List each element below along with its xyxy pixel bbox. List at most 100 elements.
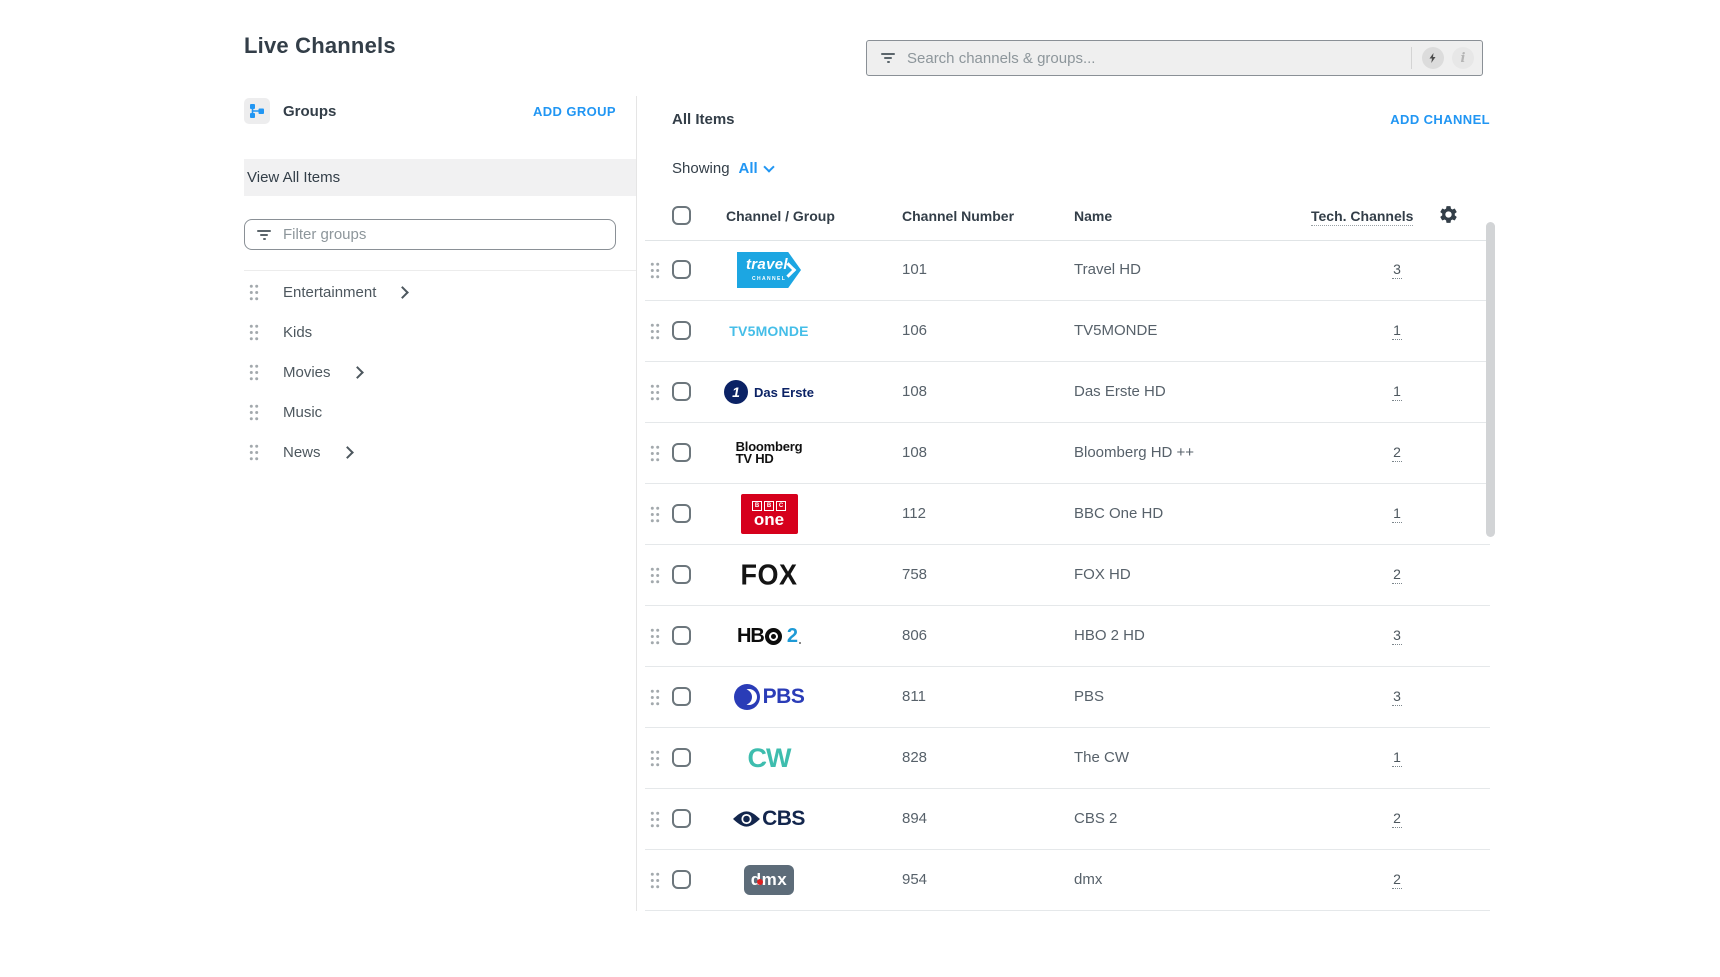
scrollbar-thumb[interactable]: [1486, 222, 1495, 537]
channel-name: TV5MONDE: [1074, 322, 1157, 339]
cbs-eye-icon: [733, 811, 760, 827]
channel-number: 112: [902, 505, 926, 522]
drag-handle-icon: [650, 323, 660, 340]
sidebar-header: Groups ADD GROUP: [244, 96, 616, 126]
tech-channels-link[interactable]: 2: [1392, 444, 1402, 462]
channels-table-body: travelCHANNEL101Travel HD3TV5MONDE106TV5…: [645, 240, 1490, 911]
channel-name: PBS: [1074, 688, 1104, 705]
channel-logo: CWTHE: [705, 728, 833, 788]
drag-handle[interactable]: [650, 506, 660, 523]
travel-channel-logo: travelCHANNEL: [737, 252, 801, 288]
drag-handle-icon: [650, 750, 660, 767]
chevron-right-icon[interactable]: [351, 366, 364, 379]
table-row: dmx954dmx2: [645, 850, 1490, 911]
row-checkbox[interactable]: [672, 504, 691, 523]
group-item[interactable]: Entertainment: [244, 272, 636, 312]
table-row: PBS 811 PBS 3: [645, 667, 1490, 728]
row-checkbox[interactable]: [672, 321, 691, 340]
drag-handle-icon: [249, 404, 259, 421]
drag-handle[interactable]: [650, 567, 660, 584]
filter-groups-input[interactable]: [271, 225, 615, 244]
row-checkbox[interactable]: [672, 443, 691, 462]
info-button[interactable]: i: [1452, 47, 1474, 69]
tech-channels-link[interactable]: 1: [1392, 749, 1402, 767]
drag-handle-icon: [650, 872, 660, 889]
add-group-button[interactable]: ADD GROUP: [533, 104, 616, 119]
tech-channels-link[interactable]: 3: [1392, 261, 1402, 279]
tech-channels-link[interactable]: 3: [1392, 688, 1402, 706]
drag-handle-icon: [249, 444, 259, 461]
group-item[interactable]: Movies: [244, 352, 636, 392]
tech-channels-link[interactable]: 3: [1392, 627, 1402, 645]
tech-channels-link[interactable]: 1: [1392, 383, 1402, 401]
dmx-logo: dmx: [744, 865, 794, 895]
all-items-title: All Items: [672, 111, 735, 128]
tech-channels-link[interactable]: 2: [1392, 871, 1402, 889]
lightning-button[interactable]: [1422, 47, 1444, 69]
drag-handle-icon: [249, 324, 259, 341]
column-channel-group: Channel / Group: [726, 208, 835, 224]
group-item[interactable]: News: [244, 432, 636, 472]
drag-handle[interactable]: [249, 364, 259, 381]
row-checkbox[interactable]: [672, 870, 691, 889]
select-all-checkbox[interactable]: [672, 206, 691, 225]
drag-handle[interactable]: [650, 384, 660, 401]
group-item[interactable]: Music: [244, 392, 636, 432]
chevron-right-icon[interactable]: [397, 286, 410, 299]
column-settings-button[interactable]: [1438, 204, 1459, 225]
channel-number: 806: [902, 627, 927, 644]
add-channel-button[interactable]: ADD CHANNEL: [1390, 112, 1490, 127]
tech-channels-link[interactable]: 2: [1392, 566, 1402, 584]
drag-handle[interactable]: [650, 445, 660, 462]
group-item[interactable]: Kids: [244, 312, 636, 352]
drag-handle[interactable]: [249, 284, 259, 301]
filter-icon: [257, 230, 271, 240]
row-checkbox[interactable]: [672, 565, 691, 584]
drag-handle-icon: [650, 506, 660, 523]
drag-handle-icon: [650, 445, 660, 462]
cbs-logo: CBS: [733, 807, 805, 831]
row-checkbox[interactable]: [672, 382, 691, 401]
search-bar: i: [866, 40, 1483, 76]
drag-handle-icon: [650, 811, 660, 828]
filter-groups-box: [244, 219, 616, 250]
drag-handle[interactable]: [650, 628, 660, 645]
drag-handle[interactable]: [650, 262, 660, 279]
drag-handle[interactable]: [650, 872, 660, 889]
drag-handle-icon: [249, 364, 259, 381]
drag-handle[interactable]: [249, 444, 259, 461]
drag-handle[interactable]: [249, 404, 259, 421]
groups-list: Entertainment Kids MoviesMusicNews: [244, 272, 636, 472]
search-input[interactable]: [895, 49, 1411, 68]
chevron-right-icon[interactable]: [341, 446, 354, 459]
channel-name: Das Erste HD: [1074, 383, 1166, 400]
drag-handle-icon: [249, 284, 259, 301]
row-checkbox[interactable]: [672, 687, 691, 706]
channel-number: 954: [902, 871, 927, 888]
showing-dropdown[interactable]: All: [739, 160, 773, 177]
group-label: Entertainment: [283, 284, 376, 301]
row-checkbox[interactable]: [672, 748, 691, 767]
row-checkbox[interactable]: [672, 260, 691, 279]
tech-channels-link[interactable]: 1: [1392, 505, 1402, 523]
showing-dropdown-value: All: [739, 160, 758, 177]
sidebar-separator: [244, 270, 636, 271]
fox-logo: FOX: [740, 559, 797, 592]
drag-handle[interactable]: [650, 811, 660, 828]
channel-logo: BloombergTV HD: [705, 423, 833, 483]
sidebar-title: Groups: [283, 103, 336, 120]
row-checkbox[interactable]: [672, 809, 691, 828]
drag-handle[interactable]: [650, 689, 660, 706]
drag-handle[interactable]: [650, 323, 660, 340]
row-checkbox[interactable]: [672, 626, 691, 645]
channel-number: 811: [902, 688, 926, 705]
channel-logo: PBS: [705, 667, 833, 727]
drag-handle[interactable]: [650, 750, 660, 767]
group-label: Kids: [283, 324, 312, 341]
drag-handle[interactable]: [249, 324, 259, 341]
filter-icon: [881, 53, 895, 63]
tech-channels-link[interactable]: 2: [1392, 810, 1402, 828]
view-all-items-button[interactable]: View All Items: [244, 159, 636, 196]
channel-logo: FOX: [705, 545, 833, 605]
tech-channels-link[interactable]: 1: [1392, 322, 1402, 340]
